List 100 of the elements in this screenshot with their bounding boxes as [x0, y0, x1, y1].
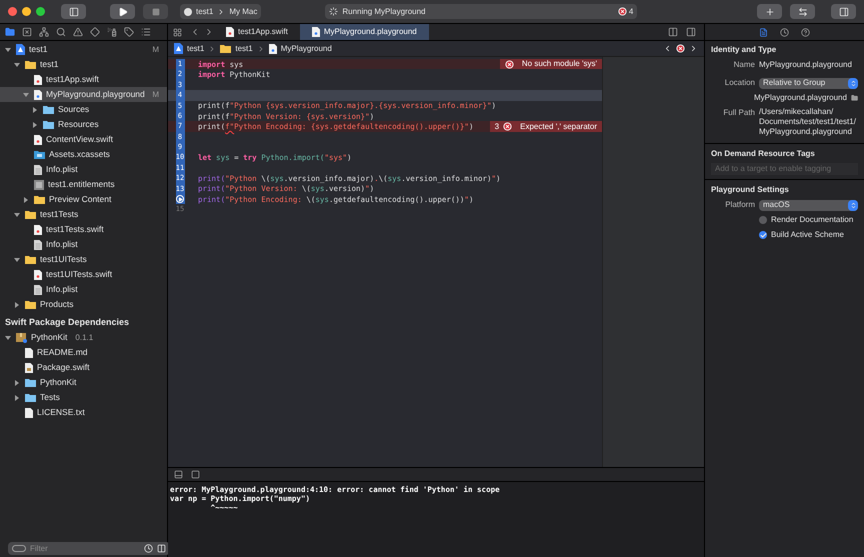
playground-file-icon [268, 44, 277, 54]
help-icon[interactable] [801, 28, 810, 36]
warning-icon[interactable] [73, 27, 83, 37]
source-control-filter-icon[interactable] [157, 544, 166, 553]
run-button[interactable] [110, 4, 135, 19]
disclosure-expanded-icon[interactable] [5, 334, 11, 340]
plist-file-icon [34, 240, 42, 250]
disclosure-collapsed-icon[interactable] [14, 302, 20, 308]
error-count[interactable]: 4 [618, 6, 634, 18]
navigator-item[interactable]: Info.plist [0, 162, 167, 177]
checkbox[interactable] [759, 216, 767, 224]
editor-tab[interactable]: test1App.swift [214, 24, 300, 40]
navigator-item[interactable]: test1UITests.swift [0, 267, 167, 282]
navigator-item[interactable]: Products [0, 297, 167, 312]
stop-button[interactable] [143, 4, 168, 19]
folder-icon [25, 60, 36, 69]
list-icon[interactable] [141, 27, 151, 37]
navigator-item[interactable]: MyPlayground.playground M [0, 87, 167, 102]
section-title: Identity and Type [711, 44, 778, 56]
navigator-item[interactable]: PythonKit 0.1.1 [0, 330, 167, 345]
navigator-item[interactable]: Resources [0, 117, 167, 132]
disclosure-expanded-icon[interactable] [5, 46, 11, 52]
navigator-item[interactable]: test1UITests [0, 252, 167, 267]
navigator-item[interactable]: Info.plist [0, 282, 167, 297]
checkbox[interactable] [759, 231, 767, 239]
related-items-icon[interactable] [173, 28, 182, 36]
navigator-item[interactable]: PythonKit [0, 375, 167, 390]
error-annotation[interactable]: No such module 'sys' [500, 59, 602, 70]
next-issue-icon[interactable] [689, 44, 698, 53]
diamond-icon[interactable] [90, 27, 100, 37]
status-label: M [152, 88, 159, 100]
navigator-item[interactable]: test1 [0, 57, 167, 72]
tags-field[interactable]: Add to a target to enable tagging [711, 163, 858, 175]
arrows-icon [798, 6, 808, 16]
section-header: Swift Package Dependencies [4, 316, 130, 329]
folder-icon[interactable] [850, 94, 858, 102]
breadcrumb-item[interactable]: test1 [220, 42, 253, 54]
previous-issue-icon[interactable] [663, 44, 672, 53]
stepper-icon[interactable] [848, 200, 858, 210]
navigator-item[interactable]: test1 M [0, 42, 167, 57]
navigator-item[interactable]: test1Tests.swift [0, 222, 167, 237]
disclosure-collapsed-icon[interactable] [14, 394, 20, 400]
editor-options-icon[interactable] [668, 27, 678, 37]
plist-file-icon [34, 284, 42, 294]
disclosure-expanded-icon[interactable] [14, 212, 20, 218]
spinner-icon [329, 7, 338, 16]
editor-tab[interactable]: MyPlayground.playground [300, 24, 429, 40]
disclosure-expanded-icon[interactable] [23, 92, 29, 98]
navigator-item[interactable]: Package.swift [0, 360, 167, 375]
disclosure-expanded-icon[interactable] [14, 62, 20, 68]
recent-files-icon[interactable] [144, 544, 153, 553]
navigator-item[interactable]: Info.plist [0, 237, 167, 252]
breadcrumb-item[interactable]: test1 [174, 42, 204, 54]
navigator-item[interactable]: ContentView.swift [0, 132, 167, 147]
disclosure-expanded-icon[interactable] [14, 256, 20, 262]
file-inspector-icon[interactable] [759, 28, 768, 36]
playground-file-icon [312, 27, 320, 37]
section-title: On Demand Resource Tags [711, 148, 816, 160]
navigator-item[interactable]: LICENSE.txt [0, 405, 167, 420]
close-window-button[interactable] [8, 7, 17, 16]
split-editor-icon[interactable] [686, 27, 696, 37]
x-square-icon[interactable] [22, 27, 32, 37]
disclosure-collapsed-icon[interactable] [32, 122, 38, 128]
navigator-item[interactable]: test1.entitlements [0, 177, 167, 192]
scheme-selector[interactable]: test1 My Mac [180, 4, 262, 19]
platform-select[interactable]: macOS [759, 200, 858, 210]
search-icon[interactable] [56, 27, 66, 37]
inspector-toggle-button[interactable] [831, 4, 856, 19]
history-icon[interactable] [780, 28, 789, 36]
filter-options-icon[interactable] [12, 545, 26, 552]
disclosure-collapsed-icon[interactable] [23, 196, 29, 202]
navigator-item[interactable]: Assets.xcassets [0, 147, 167, 162]
breadcrumb-item[interactable]: MyPlayground [268, 42, 332, 54]
navigator-item[interactable]: Tests [0, 390, 167, 405]
navigator-toggle-button[interactable] [61, 4, 86, 19]
navigator-item[interactable]: Preview Content [0, 192, 167, 207]
navigator-item[interactable]: README.md [0, 345, 167, 360]
navigator-item[interactable]: Sources [0, 102, 167, 117]
folder-icon [25, 378, 36, 387]
navigator-item[interactable]: test1App.swift [0, 72, 167, 87]
error-annotation[interactable]: 3 Expected ',' separator [490, 121, 602, 132]
tag-icon[interactable] [124, 27, 134, 37]
code-review-button[interactable] [790, 4, 815, 19]
swift-file-icon [34, 270, 42, 280]
disclosure-collapsed-icon[interactable] [32, 106, 38, 112]
filter-input[interactable]: Filter [30, 542, 140, 554]
checkbox-label: Render Documentation [771, 214, 854, 226]
stepper-icon[interactable] [848, 78, 858, 88]
add-button[interactable] [757, 4, 782, 19]
filter-field[interactable]: Filter [8, 542, 170, 555]
folder-icon[interactable] [5, 27, 15, 37]
hide-console-icon[interactable] [174, 470, 183, 479]
zoom-window-button[interactable] [36, 7, 45, 16]
navigator-item[interactable]: test1Tests [0, 207, 167, 222]
stop-console-icon[interactable] [191, 470, 200, 479]
folder-icon [25, 210, 36, 219]
disclosure-collapsed-icon[interactable] [14, 380, 20, 386]
location-select[interactable]: Relative to Group [759, 78, 858, 88]
minimize-window-button[interactable] [22, 7, 31, 16]
hierarchy-icon[interactable] [39, 27, 49, 37]
